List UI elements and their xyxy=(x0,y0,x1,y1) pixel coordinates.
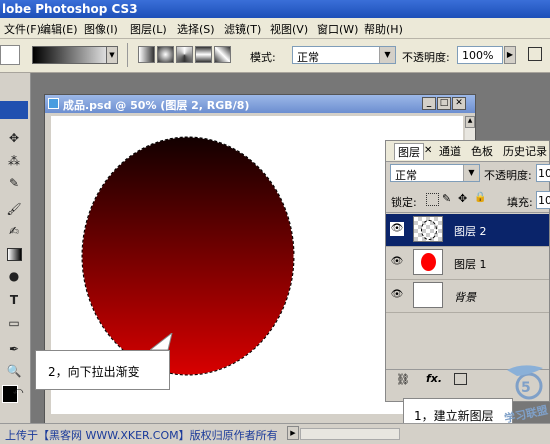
menu-select[interactable]: 选择(S) xyxy=(177,21,215,37)
type-tool-icon[interactable]: T xyxy=(3,290,25,310)
svg-text:5: 5 xyxy=(521,380,531,396)
layer-opacity-value: 10 xyxy=(538,167,550,180)
eye-icon[interactable]: 👁 xyxy=(390,255,404,269)
menu-image[interactable]: 图像(I) xyxy=(84,21,118,37)
menu-edit[interactable]: 编辑(E) xyxy=(40,21,78,37)
layer-row-2[interactable]: 👁 图层 2 xyxy=(386,214,549,247)
eye-icon[interactable]: 👁 xyxy=(390,222,404,236)
gradient-ellipse xyxy=(81,136,295,376)
fill-value: 10 xyxy=(538,194,550,207)
add-mask-icon[interactable] xyxy=(454,373,467,385)
layer-opacity-input[interactable]: 10 xyxy=(536,164,550,182)
lock-transparency-icon[interactable] xyxy=(426,193,439,206)
reflected-gradient-button[interactable] xyxy=(195,46,212,63)
close-icon[interactable]: ✕ xyxy=(424,145,432,156)
tab-channels[interactable]: 通道 xyxy=(436,143,464,159)
brush-tool-icon[interactable]: 🖌 xyxy=(3,199,25,219)
menu-bar: 文件(F) 编辑(E) 图像(I) 图层(L) 选择(S) 滤镜(T) 视图(V… xyxy=(0,18,550,39)
document-title: 成品.psd @ 50% (图层 2, RGB/8) xyxy=(63,99,250,112)
dodge-tool-icon[interactable]: ● xyxy=(3,266,25,286)
fx-button[interactable]: fx. xyxy=(426,372,442,385)
callout-text: 1，建立新图层 xyxy=(414,409,494,423)
status-text: 上传于【黑客网 WWW.XKER.COM】版权归原作者所有 xyxy=(5,429,278,442)
eyedropper-icon[interactable]: ✎ xyxy=(3,173,25,193)
layer-name: 背景 xyxy=(454,291,476,304)
blend-mode-value: 正常 xyxy=(395,169,417,182)
shape-tool-icon[interactable]: ▭ xyxy=(3,313,25,333)
mode-label: 模式: xyxy=(250,51,276,64)
horizontal-scrollbar[interactable] xyxy=(300,428,400,440)
lock-all-icon[interactable]: 🔒 xyxy=(474,192,486,203)
eye-icon[interactable]: 👁 xyxy=(390,288,404,302)
separator xyxy=(127,43,128,67)
angle-gradient-button[interactable] xyxy=(176,46,193,63)
menu-file[interactable]: 文件(F) xyxy=(4,21,41,37)
menu-layer[interactable]: 图层(L) xyxy=(130,21,167,37)
eyedropper-tool-icon[interactable]: ✒ xyxy=(3,339,25,359)
tools-panel: ✥ ⁂ ✎ 🖌 ✍ ● T ▭ ✒ 🔍 ⤺ xyxy=(0,73,31,428)
mode-select[interactable]: 正常 ▼ xyxy=(292,46,396,64)
swap-colors-icon[interactable]: ⤺ xyxy=(10,382,26,402)
layer-row-1[interactable]: 👁 图层 1 xyxy=(386,247,549,280)
scroll-up-arrow-icon[interactable]: ▲ xyxy=(465,116,475,128)
status-bar: 上传于【黑客网 WWW.XKER.COM】版权归原作者所有 ▶ xyxy=(0,423,550,444)
callout-pointer xyxy=(150,333,173,351)
layer-opacity-label: 不透明度: xyxy=(484,169,532,182)
layer-name: 图层 1 xyxy=(454,258,487,271)
status-arrow-icon[interactable]: ▶ xyxy=(287,426,299,440)
watermark-logo: 5 学习联盟 xyxy=(503,362,549,425)
lock-pixels-icon[interactable]: ✎ xyxy=(442,192,451,205)
menu-help[interactable]: 帮助(H) xyxy=(364,21,403,37)
separator xyxy=(386,212,549,213)
document-title-bar[interactable]: 成品.psd @ 50% (图层 2, RGB/8) _ □ ✕ xyxy=(45,95,475,113)
opacity-value: 100% xyxy=(462,49,494,62)
gradient-tool-icon[interactable] xyxy=(3,244,25,264)
mode-value: 正常 xyxy=(297,51,319,64)
layer-row-background[interactable]: 👁 背景 xyxy=(386,280,549,313)
ps-doc-icon xyxy=(48,98,59,109)
opacity-slider-toggle[interactable]: ▶ xyxy=(504,46,516,64)
lock-position-icon[interactable]: ✥ xyxy=(458,192,467,205)
tab-history[interactable]: 历史记录 xyxy=(500,143,550,159)
fill-label: 填充: xyxy=(507,196,533,209)
lock-label: 锁定: xyxy=(391,196,417,209)
tab-layers[interactable]: 图层 xyxy=(394,143,424,160)
linear-gradient-button[interactable] xyxy=(138,46,155,63)
zoom-tool-icon[interactable]: 🔍 xyxy=(3,361,25,381)
menu-filter[interactable]: 滤镜(T) xyxy=(224,21,261,37)
layer-thumbnail xyxy=(413,282,443,308)
tab-swatches[interactable]: 色板 xyxy=(468,143,496,159)
blend-mode-select[interactable]: 正常 ▼ xyxy=(390,164,480,182)
fill-input[interactable]: 10 xyxy=(536,191,550,209)
history-brush-icon[interactable]: ✍ xyxy=(3,221,25,241)
diamond-gradient-button[interactable] xyxy=(214,46,231,63)
app-title-bar: lobe Photoshop CS3 xyxy=(0,0,550,18)
options-bar: ▼ 模式: 正常 ▼ 不透明度: 100% ▶ xyxy=(0,39,550,73)
chevron-down-icon: ▼ xyxy=(379,47,395,63)
app-title: lobe Photoshop CS3 xyxy=(2,2,138,16)
menu-window[interactable]: 窗口(W) xyxy=(317,21,358,37)
layer-name: 图层 2 xyxy=(454,225,487,238)
magic-wand-icon[interactable]: ⁂ xyxy=(3,151,25,171)
opacity-input[interactable]: 100% xyxy=(457,46,503,64)
radial-gradient-button[interactable] xyxy=(157,46,174,63)
link-layers-icon[interactable]: ⛓ xyxy=(396,373,410,386)
menu-view[interactable]: 视图(V) xyxy=(270,21,308,37)
layer-thumbnail xyxy=(413,249,443,275)
maximize-icon[interactable]: □ xyxy=(437,97,451,110)
chevron-down-icon: ▼ xyxy=(463,165,479,181)
callout-text: 2，向下拉出渐变 xyxy=(48,365,140,379)
tool-preset-picker[interactable] xyxy=(0,45,20,65)
opacity-label: 不透明度: xyxy=(402,51,450,64)
close-icon[interactable]: ✕ xyxy=(452,97,466,110)
reverse-checkbox[interactable] xyxy=(528,47,542,61)
move-tool-icon[interactable]: ✥ xyxy=(3,128,25,148)
layer-thumbnail xyxy=(413,216,443,242)
tools-panel-header xyxy=(0,101,28,119)
minimize-icon[interactable]: _ xyxy=(422,97,436,110)
chevron-down-icon[interactable]: ▼ xyxy=(106,46,118,64)
